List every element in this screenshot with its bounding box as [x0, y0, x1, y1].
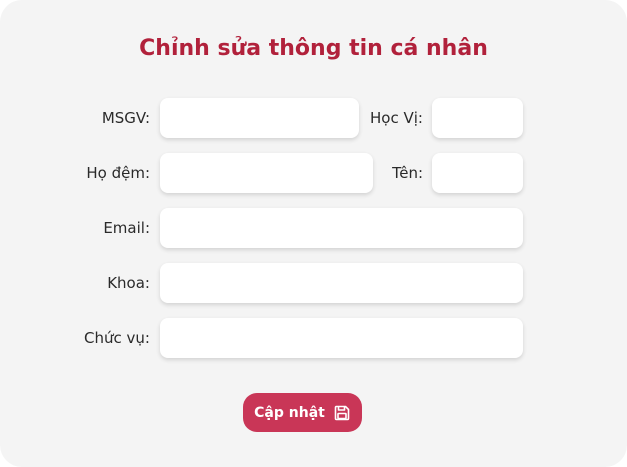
khoa-label: Khoa: — [107, 274, 150, 292]
page-title: Chỉnh sửa thông tin cá nhân — [139, 36, 488, 61]
edit-profile-card: Chỉnh sửa thông tin cá nhân MSGV: Học Vị… — [0, 0, 627, 467]
chuc-vu-label: Chức vụ: — [84, 329, 150, 347]
update-button[interactable]: Cập nhật — [243, 393, 362, 432]
update-button-label: Cập nhật — [254, 404, 325, 421]
khoa-input[interactable] — [160, 263, 523, 303]
email-label: Email: — [103, 219, 150, 237]
msgv-label: MSGV: — [101, 109, 150, 127]
save-icon — [333, 404, 351, 422]
hoc-vi-input[interactable] — [432, 98, 523, 138]
ho-dem-input[interactable] — [160, 153, 373, 193]
ho-dem-label: Họ đệm: — [86, 164, 150, 182]
ten-label: Tên: — [392, 164, 423, 182]
email-input[interactable] — [160, 208, 523, 248]
msgv-input[interactable] — [160, 98, 359, 138]
hoc-vi-label: Học Vị: — [370, 109, 423, 127]
chuc-vu-input[interactable] — [160, 318, 523, 358]
ten-input[interactable] — [432, 153, 523, 193]
